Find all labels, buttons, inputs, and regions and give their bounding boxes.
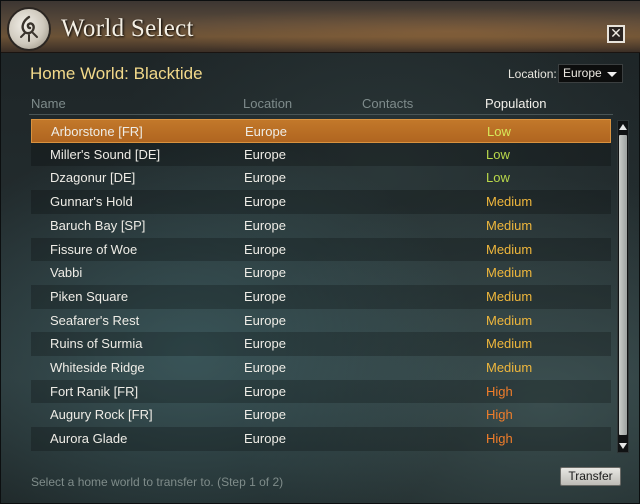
world-list-scrollbar[interactable]	[617, 120, 629, 453]
world-population: Low	[486, 146, 510, 162]
world-name: Piken Square	[50, 288, 129, 304]
world-row[interactable]: Aurora Glade Europe High	[31, 427, 611, 451]
world-list: Arborstone [FR] Europe Low Miller's Sound […	[31, 117, 613, 457]
world-population: Medium	[486, 336, 533, 352]
world-row[interactable]: Gunnar's Hold Europe Medium	[31, 190, 611, 214]
world-location: Europe	[244, 360, 286, 375]
header-divider	[29, 114, 613, 115]
world-row[interactable]: Augury Rock [FR] Europe High	[31, 403, 611, 427]
world-name: Ruins of Surmia	[50, 336, 143, 352]
world-location: Europe	[244, 336, 286, 352]
world-location: Europe	[244, 146, 286, 162]
location-select-value: Europe	[563, 66, 602, 80]
world-population: Medium	[486, 194, 533, 210]
world-name: Vabbi	[50, 265, 83, 281]
column-header-name[interactable]: Name	[31, 96, 66, 111]
column-header-population[interactable]: Population	[485, 96, 546, 111]
world-population: Low	[487, 124, 511, 139]
scroll-up-arrow-icon[interactable]	[619, 124, 627, 130]
transfer-button[interactable]: Transfer	[560, 467, 621, 486]
world-row[interactable]: Vabbi Europe Medium	[31, 261, 611, 285]
world-row[interactable]: Fissure of Woe Europe Medium	[31, 237, 611, 262]
window-title: World Select	[61, 15, 194, 42]
scroll-down-arrow-icon[interactable]	[619, 443, 627, 449]
close-icon[interactable]: ✕	[607, 25, 625, 43]
world-population: Low	[486, 170, 510, 186]
column-header-contacts[interactable]: Contacts	[362, 96, 413, 111]
world-select-window: World Select ✕ Home World: Blacktide Loc…	[0, 0, 640, 504]
world-row[interactable]: Piken Square Europe Medium	[31, 284, 611, 309]
world-name: Fort Ranik [FR]	[50, 383, 139, 399]
world-name: Whiteside Ridge	[50, 360, 145, 375]
world-row[interactable]: Fort Ranik [FR] Europe High	[31, 379, 611, 404]
world-location: Europe	[244, 383, 286, 399]
world-location: Europe	[244, 217, 286, 233]
world-name: Miller's Sound [DE]	[50, 146, 161, 162]
world-location: Europe	[244, 194, 286, 210]
world-row[interactable]: Dzagonur [DE] Europe Low	[31, 166, 611, 190]
game-logo-icon	[7, 7, 51, 51]
world-name: Gunnar's Hold	[50, 194, 133, 210]
column-header-location[interactable]: Location	[243, 96, 292, 111]
world-row[interactable]: Seafarer's Rest Europe Medium	[31, 309, 611, 333]
world-name: Seafarer's Rest	[50, 312, 140, 328]
chevron-down-icon	[607, 72, 617, 77]
world-location: Europe	[244, 407, 286, 423]
world-row[interactable]: Miller's Sound [DE] Europe Low	[31, 142, 611, 167]
world-name: Baruch Bay [SP]	[50, 217, 146, 233]
step-hint: Select a home world to transfer to. (Ste…	[31, 475, 284, 489]
world-name: Aurora Glade	[50, 431, 128, 447]
world-population: Medium	[486, 312, 533, 328]
world-row[interactable]: Whiteside Ridge Europe Medium	[31, 356, 611, 380]
world-name: Fissure of Woe	[50, 241, 138, 257]
home-world-label: Home World: Blacktide	[30, 64, 203, 83]
world-population: High	[486, 431, 513, 447]
world-name: Dzagonur [DE]	[50, 170, 136, 186]
world-population: High	[486, 407, 513, 423]
world-location: Europe	[244, 241, 286, 257]
world-location: Europe	[244, 265, 286, 281]
world-name: Arborstone [FR]	[51, 124, 143, 139]
world-population: Medium	[486, 360, 533, 375]
world-name: Augury Rock [FR]	[50, 407, 153, 423]
location-filter-label: Location:	[508, 67, 557, 81]
world-location: Europe	[244, 312, 286, 328]
scroll-thumb[interactable]	[619, 135, 627, 435]
world-row[interactable]: Arborstone [FR] Europe Low	[31, 119, 611, 143]
world-population: Medium	[486, 265, 533, 281]
world-population: Medium	[486, 241, 533, 257]
world-location: Europe	[244, 170, 286, 186]
world-row[interactable]: Baruch Bay [SP] Europe Medium	[31, 214, 611, 238]
world-location: Europe	[244, 288, 286, 304]
world-location: Europe	[244, 431, 286, 447]
world-population: Medium	[486, 217, 533, 233]
world-location: Europe	[245, 124, 287, 139]
world-row[interactable]: Ruins of Surmia Europe Medium	[31, 332, 611, 356]
world-population: High	[486, 383, 513, 399]
world-population: Medium	[486, 288, 533, 304]
location-select[interactable]: Europe	[558, 64, 623, 83]
